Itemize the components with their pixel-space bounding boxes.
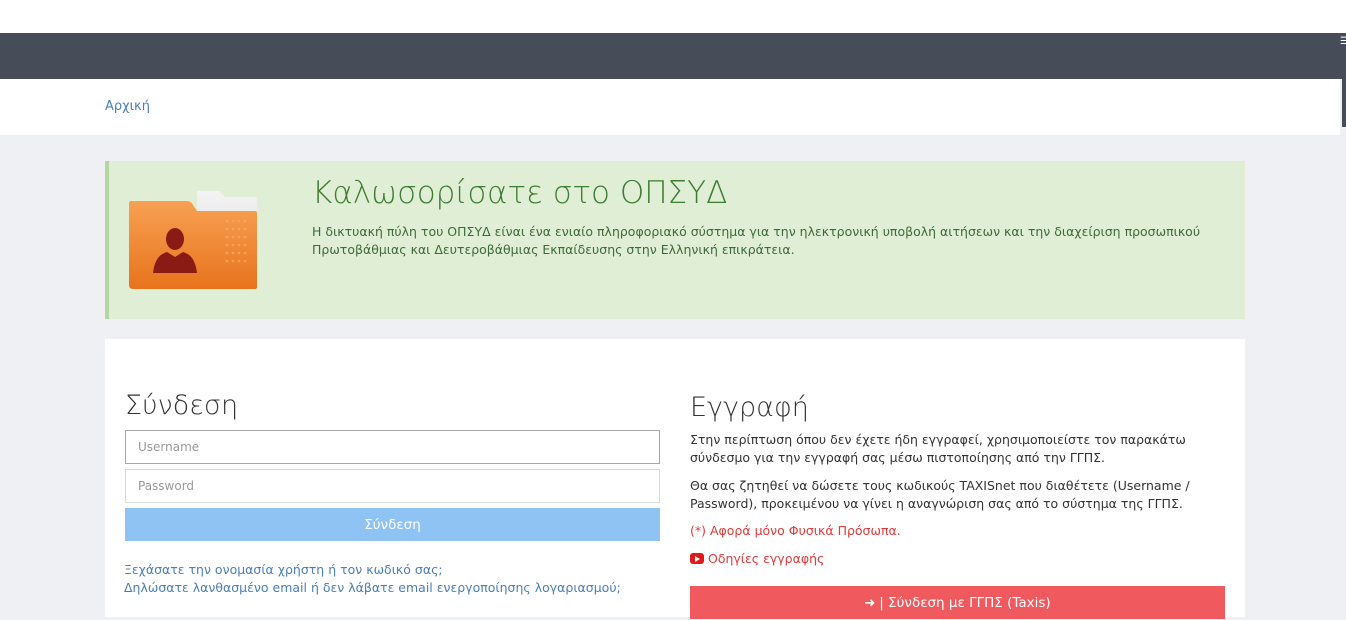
register-text-2: Θα σας ζητηθεί να δώσετε τους κωδικούς T… xyxy=(690,478,1190,511)
menu-icon[interactable]: ☰ xyxy=(1340,36,1346,76)
login-title: Σύνδεση xyxy=(125,390,239,421)
register-title: Εγγραφή xyxy=(690,392,809,423)
youtube-icon xyxy=(690,553,704,564)
password-input[interactable] xyxy=(125,469,660,503)
top-spacer xyxy=(0,0,1346,33)
sign-in-icon: ➜ xyxy=(864,596,876,611)
username-input[interactable] xyxy=(125,430,660,464)
wrong-email-link[interactable]: Δηλώσατε λανθασμένο email ή δεν λάβατε e… xyxy=(124,580,621,595)
register-guide-link[interactable]: Οδηγίες εγγραφής xyxy=(690,551,824,566)
taxis-button-label: | Σύνδεση με ΓΓΠΣ (Taxis) xyxy=(879,595,1051,611)
register-text-1: Στην περίπτωση όπου δεν έχετε ήδη εγγραφ… xyxy=(690,432,1186,465)
forgot-credentials-link[interactable]: Ξεχάσατε την ονομασία χρήστη ή τον κωδικ… xyxy=(124,562,443,577)
welcome-banner: Καλωσορίσατε στο ΟΠΣΥΔ Η δικτυακή πύλη τ… xyxy=(105,161,1245,319)
top-navbar xyxy=(0,33,1346,79)
scrollbar-edge xyxy=(1342,79,1346,127)
breadcrumb xyxy=(0,79,1340,135)
breadcrumb-home-link[interactable]: Αρχική xyxy=(105,99,150,114)
welcome-title: Καλωσορίσατε στο ΟΠΣΥΔ xyxy=(312,175,728,211)
welcome-text: Η δικτυακή πύλη του ΟΠΣΥΔ είναι ένα ενια… xyxy=(312,224,1201,257)
taxis-login-button[interactable]: ➜ | Σύνδεση με ΓΓΠΣ (Taxis) xyxy=(690,586,1225,619)
folder-user-icon xyxy=(129,191,257,289)
register-guide-label: Οδηγίες εγγραφής xyxy=(708,551,825,566)
login-button[interactable]: Σύνδεση xyxy=(125,508,660,541)
register-note: (*) Αφορά μόνο Φυσικά Πρόσωπα. xyxy=(690,523,901,538)
